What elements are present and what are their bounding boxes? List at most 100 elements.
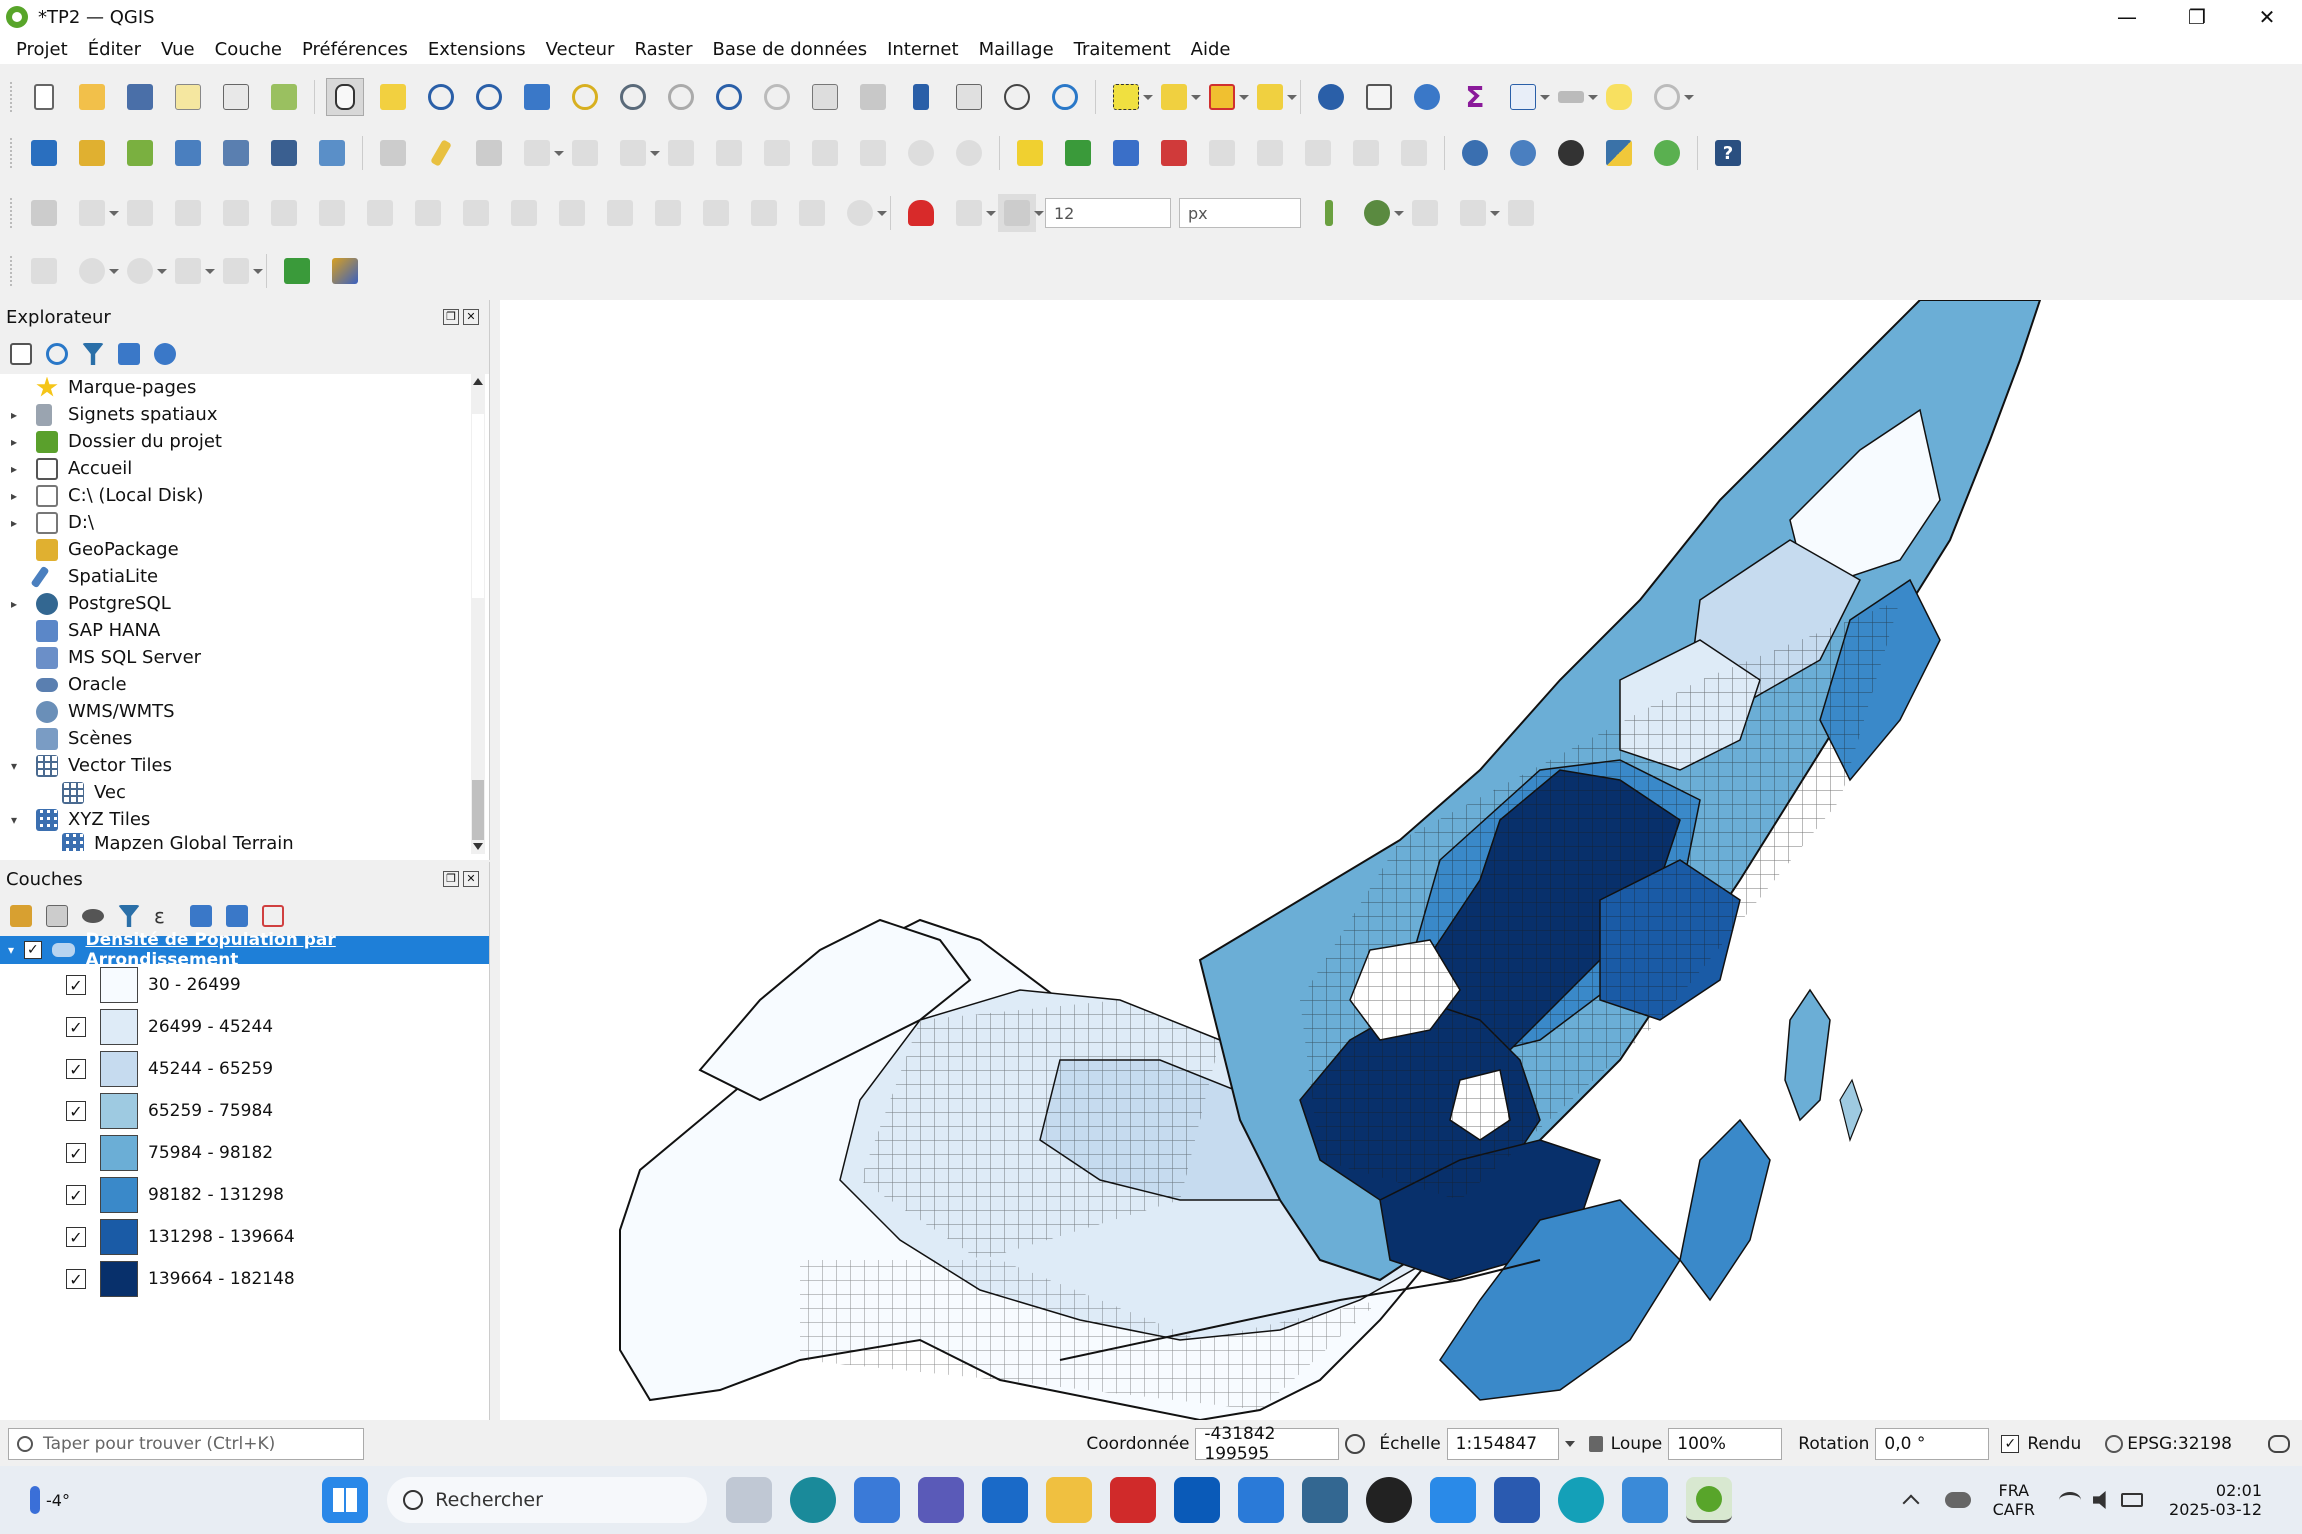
collapse-arrow-icon[interactable]: ▾ — [8, 943, 14, 957]
rotate-symbols-button[interactable] — [601, 194, 639, 232]
scroll-up-arrow[interactable] — [473, 378, 483, 385]
add-group-icon[interactable] — [46, 905, 68, 927]
onedrive-icon[interactable] — [1944, 1492, 1971, 1508]
map-canvas[interactable] — [500, 300, 2302, 1420]
legend-class-7[interactable]: ✓ 131298 - 139664 — [66, 1216, 489, 1258]
menu-vue[interactable]: Vue — [151, 39, 205, 60]
new-print-layout-button[interactable] — [169, 78, 207, 116]
select-location-button[interactable] — [1251, 78, 1297, 116]
zoom-native-button[interactable] — [662, 78, 700, 116]
tree-item-mssql[interactable]: MS SQL Server — [0, 644, 489, 671]
coordinate-toggle-icon[interactable] — [1345, 1434, 1366, 1454]
snap-intersection-button[interactable] — [1406, 194, 1444, 232]
legend-class-8[interactable]: ✓ 139664 - 182148 — [66, 1258, 489, 1300]
attribute-table-button[interactable] — [1360, 78, 1398, 116]
chevron-up-icon[interactable] — [1902, 1494, 1920, 1512]
save-edits-button[interactable] — [470, 134, 508, 172]
tree-item-dossier-projet[interactable]: ▸ Dossier du projet — [0, 428, 489, 455]
offset-curve-button[interactable] — [361, 194, 399, 232]
redo-button[interactable] — [950, 134, 988, 172]
tree-item-accueil[interactable]: ▸ Accueil — [0, 455, 489, 482]
digitize-button[interactable] — [518, 134, 564, 172]
clock[interactable]: 02:01 2025-03-12 — [2169, 1481, 2262, 1519]
current-edits-button[interactable] — [374, 134, 412, 172]
merge-attributes-button[interactable] — [553, 194, 591, 232]
select-features-button[interactable] — [1107, 78, 1153, 116]
layer-row-densite[interactable]: ▾ ✓ Densité de Population par Arrondisse… — [0, 930, 489, 970]
tree-item-vec[interactable]: Vec — [0, 779, 489, 806]
fill-ring-button[interactable] — [169, 194, 207, 232]
task-view-icon[interactable] — [726, 1477, 773, 1523]
paste-features-button[interactable] — [854, 134, 892, 172]
zoom-in-button[interactable] — [422, 78, 460, 116]
tree-item-d-drive[interactable]: ▸ D:\ — [0, 509, 489, 536]
menu-projet[interactable]: Projet — [6, 39, 78, 60]
locator-search-button[interactable] — [278, 252, 316, 290]
avoid-overlap-button[interactable] — [1358, 194, 1404, 232]
collapse-all-icon[interactable] — [226, 905, 248, 927]
new-vector-tiles-button[interactable] — [313, 134, 351, 172]
app-blue-icon[interactable] — [1622, 1477, 1669, 1523]
rotate-label-button[interactable] — [1347, 134, 1385, 172]
lock-icon[interactable] — [1588, 1436, 1603, 1452]
change-label-button[interactable] — [1395, 134, 1433, 172]
menu-editer[interactable]: Éditer — [78, 39, 151, 60]
new-3d-view-button[interactable] — [854, 78, 892, 116]
add-circular-string-button[interactable] — [25, 252, 63, 290]
qgis-taskbar-icon[interactable] — [1686, 1477, 1733, 1523]
docker-icon[interactable] — [1430, 1477, 1477, 1523]
legend-class-4[interactable]: ✓ 65259 - 75984 — [66, 1090, 489, 1132]
menu-traitement[interactable]: Traitement — [1064, 39, 1181, 60]
class-checkbox[interactable]: ✓ — [66, 975, 86, 995]
info-icon[interactable] — [154, 343, 176, 365]
menu-preferences[interactable]: Préférences — [292, 39, 418, 60]
plugin-tool-button[interactable] — [326, 252, 364, 290]
open-field-calculator-button[interactable] — [1504, 78, 1550, 116]
volume-icon[interactable] — [2093, 1491, 2106, 1509]
zoom-full-button[interactable] — [518, 78, 556, 116]
teams-icon[interactable] — [918, 1477, 965, 1523]
diagram-tool-button[interactable] — [1059, 134, 1097, 172]
new-geopackage-button[interactable] — [73, 134, 111, 172]
scroll-down-arrow[interactable] — [473, 843, 483, 850]
github-icon[interactable] — [1366, 1477, 1413, 1523]
vscode-icon[interactable] — [1238, 1477, 1285, 1523]
expand-all-icon[interactable] — [190, 905, 212, 927]
taskbar-search[interactable]: Rechercher — [387, 1477, 708, 1523]
unplaced-labels-button[interactable] — [1155, 134, 1193, 172]
tree-item-signets-spatiaux[interactable]: ▸ Signets spatiaux — [0, 401, 489, 428]
python-console-button[interactable] — [1600, 134, 1638, 172]
processing-toolbox-button[interactable] — [1408, 78, 1446, 116]
add-wfs-button[interactable] — [1504, 134, 1542, 172]
rotation-input[interactable]: 0,0 ° — [1875, 1428, 1990, 1460]
weather-widget[interactable]: -4° — [30, 1486, 150, 1514]
zoom-next-button[interactable] — [758, 78, 796, 116]
label-tool-button[interactable] — [1011, 134, 1049, 172]
class-checkbox[interactable]: ✓ — [66, 1143, 86, 1163]
minimize-button[interactable]: — — [2092, 0, 2162, 34]
add-polygon-button[interactable] — [217, 252, 263, 290]
tree-item-mapzen[interactable]: Mapzen Global Terrain — [0, 833, 489, 851]
eye-icon[interactable] — [82, 909, 104, 923]
tree-item-oracle[interactable]: Oracle — [0, 671, 489, 698]
align-button[interactable] — [793, 194, 831, 232]
cut-features-button[interactable] — [758, 134, 796, 172]
filter-legend-icon[interactable] — [118, 905, 140, 927]
scissors-tool-button[interactable] — [745, 194, 783, 232]
save-project-button[interactable] — [121, 78, 159, 116]
language-indicator[interactable]: FRA CAFR — [1993, 1481, 2035, 1519]
toolbar-grip[interactable] — [10, 138, 14, 168]
menu-couche[interactable]: Couche — [205, 39, 292, 60]
menu-raster[interactable]: Raster — [624, 39, 702, 60]
messages-icon[interactable] — [2268, 1435, 2290, 1453]
crs-globe-icon[interactable] — [2105, 1435, 2124, 1453]
new-spatialite-button[interactable] — [169, 134, 207, 172]
layer-visibility-checkbox[interactable]: ✓ — [24, 941, 42, 959]
class-checkbox[interactable]: ✓ — [66, 1017, 86, 1037]
zoom-to-layer-button[interactable] — [614, 78, 652, 116]
pgadmin-icon[interactable] — [1302, 1477, 1349, 1523]
class-checkbox[interactable]: ✓ — [66, 1269, 86, 1289]
snapping-toggle-button[interactable] — [902, 194, 940, 232]
delete-part-button[interactable] — [265, 194, 303, 232]
rotate-features-button[interactable] — [841, 194, 887, 232]
